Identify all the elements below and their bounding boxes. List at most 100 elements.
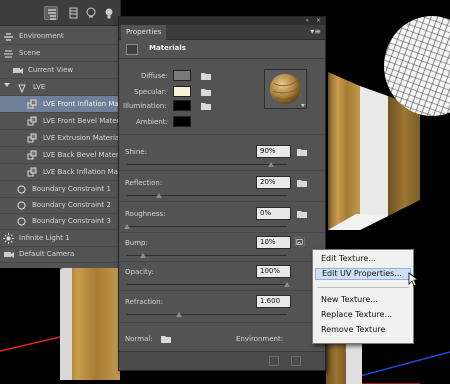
opacity-slider-track[interactable] bbox=[127, 284, 287, 285]
scene-filter-toolbar bbox=[0, 0, 120, 26]
scene-item[interactable]: Environment bbox=[0, 28, 121, 45]
scene-item[interactable]: LVE Back Bevel Materi bbox=[0, 147, 121, 164]
scene-item-label: Boundary Constraint 1 bbox=[32, 185, 111, 193]
context-menu-item[interactable]: Replace Texture... bbox=[315, 309, 411, 321]
trash-icon[interactable] bbox=[291, 356, 301, 366]
reflection-slider-track[interactable] bbox=[127, 195, 287, 196]
context-menu-item[interactable]: Edit UV Properties... bbox=[315, 268, 411, 280]
scene-item-label: Default Camera bbox=[19, 250, 75, 258]
constraint-icon bbox=[16, 200, 27, 211]
scene-item[interactable]: LVE Front Inflation Ma bbox=[0, 96, 121, 113]
opacity-slider-thumb[interactable] bbox=[284, 282, 290, 287]
scene-item-label: LVE Back Bevel Materi bbox=[43, 151, 121, 159]
roughness-input[interactable]: 0% bbox=[256, 207, 291, 220]
material-icon bbox=[27, 167, 38, 178]
shine-slider-thumb[interactable] bbox=[268, 162, 274, 167]
scene-item-label: Environment bbox=[19, 32, 64, 40]
roughness-slider-track[interactable] bbox=[127, 226, 287, 227]
roughness-texture-folder-icon[interactable] bbox=[297, 210, 307, 218]
ambient-label: Ambient: bbox=[136, 118, 168, 126]
refraction-input[interactable]: 1.600 bbox=[256, 295, 291, 308]
scene-item-label: Scene bbox=[19, 49, 41, 57]
scene-item[interactable]: Scene bbox=[0, 45, 121, 62]
shine-slider-track[interactable] bbox=[127, 164, 287, 165]
tab-properties[interactable]: Properties bbox=[121, 25, 167, 40]
camera-view-icon bbox=[12, 65, 23, 76]
scene-item[interactable]: LVE Front Bevel Mater bbox=[0, 113, 121, 130]
illumination-color-swatch[interactable] bbox=[173, 100, 191, 111]
collapse-icon[interactable]: « bbox=[305, 17, 309, 25]
reflection-input[interactable]: 20% bbox=[256, 176, 291, 189]
panel-bottom-bar bbox=[119, 351, 325, 370]
bump-input[interactable]: 10% bbox=[256, 236, 291, 249]
shine-texture-folder-icon[interactable] bbox=[297, 148, 307, 156]
scene-item-label: LVE Back Inflation Ma bbox=[43, 168, 118, 176]
scene-item-label: LVE Extrusion Materia bbox=[43, 134, 120, 142]
scene-item[interactable]: Current View bbox=[0, 62, 121, 79]
close-icon[interactable]: × bbox=[316, 17, 321, 25]
lights-filter-icon[interactable] bbox=[102, 6, 116, 20]
context-menu-item[interactable]: New Texture... bbox=[315, 294, 411, 306]
light-icon bbox=[3, 232, 14, 244]
diffuse-color-swatch[interactable] bbox=[173, 70, 191, 81]
scene-item[interactable]: LVE Back Inflation Ma bbox=[0, 164, 121, 181]
materials-icon bbox=[126, 44, 138, 55]
reflection-texture-folder-icon[interactable] bbox=[297, 179, 307, 187]
material-sphere-preview bbox=[269, 73, 301, 105]
illumination-label: Illumination: bbox=[123, 102, 167, 110]
render-icon[interactable] bbox=[269, 356, 279, 366]
scene-item-label: Boundary Constraint 2 bbox=[32, 201, 111, 209]
bump-slider-thumb[interactable] bbox=[140, 253, 146, 258]
illumination-texture-folder-icon[interactable] bbox=[201, 102, 211, 110]
scene-item[interactable]: Default Camera bbox=[0, 246, 121, 263]
reflection-label: Reflection: bbox=[125, 179, 163, 187]
material-preview-thumbnail[interactable] bbox=[264, 69, 307, 109]
texture-context-menu: Edit Texture... Edit UV Properties... New … bbox=[312, 249, 414, 344]
scene-item-label: Current View bbox=[28, 66, 74, 74]
preview-dropdown-icon[interactable] bbox=[301, 104, 305, 107]
scene-item[interactable]: LVE Extrusion Materia bbox=[0, 130, 121, 147]
panel-title-bar[interactable]: « × bbox=[119, 17, 325, 25]
context-menu-item[interactable]: Edit Texture... bbox=[315, 253, 411, 265]
reflection-slider-thumb[interactable] bbox=[156, 193, 162, 198]
constraint-icon bbox=[16, 184, 27, 195]
scene-item[interactable]: Infinite Light 1 bbox=[0, 230, 121, 247]
scene-item-label: LVE Front Inflation Ma bbox=[43, 100, 119, 108]
scene-item[interactable]: Boundary Constraint 3 bbox=[0, 213, 121, 230]
materials-title: Materials bbox=[149, 44, 186, 52]
refraction-slider-thumb[interactable] bbox=[176, 312, 182, 317]
normal-texture-folder-icon[interactable] bbox=[161, 335, 171, 343]
scene-item[interactable]: LVE bbox=[0, 79, 121, 96]
opacity-input[interactable]: 100% bbox=[256, 265, 291, 278]
mouse-cursor-icon bbox=[408, 272, 419, 287]
refraction-label: Refraction: bbox=[125, 298, 164, 306]
specular-color-swatch[interactable] bbox=[173, 86, 191, 97]
meshes-filter-icon[interactable] bbox=[66, 6, 80, 20]
specular-label: Specular: bbox=[134, 88, 167, 96]
materials-filter-icon[interactable] bbox=[84, 6, 98, 20]
scene-item[interactable]: Boundary Constraint 1 bbox=[0, 181, 121, 198]
bump-texture-button[interactable] bbox=[295, 237, 305, 247]
3d-scene-panel: Environment Scene Current View LVE LVE Front… bbox=[0, 0, 121, 268]
material-icon bbox=[27, 150, 38, 161]
material-icon bbox=[27, 99, 38, 110]
environment-icon bbox=[3, 31, 14, 42]
panel-menu-icon[interactable]: ▾≡ bbox=[310, 27, 321, 36]
normal-label: Normal: bbox=[125, 335, 153, 343]
specular-texture-folder-icon[interactable] bbox=[201, 88, 211, 96]
material-icon bbox=[27, 133, 38, 144]
scene-icon bbox=[3, 48, 14, 59]
bump-slider-track[interactable] bbox=[127, 255, 287, 256]
constraint-icon bbox=[16, 216, 27, 227]
ambient-color-swatch[interactable] bbox=[173, 116, 191, 127]
expand-triangle-icon[interactable] bbox=[4, 83, 10, 87]
shine-input[interactable]: 90% bbox=[256, 145, 291, 158]
whole-scene-filter-icon[interactable] bbox=[44, 6, 58, 20]
diffuse-texture-dropdown-icon[interactable] bbox=[205, 77, 209, 80]
scene-item[interactable]: Boundary Constraint 2 bbox=[0, 197, 121, 214]
refraction-slider-track[interactable] bbox=[127, 314, 287, 315]
context-menu-item[interactable]: Remove Texture bbox=[315, 324, 411, 336]
roughness-slider-thumb[interactable] bbox=[124, 224, 130, 229]
menu-separator bbox=[317, 287, 409, 288]
properties-panel: « × Properties ▾≡ Materials Diffuse: Spe… bbox=[118, 16, 326, 371]
